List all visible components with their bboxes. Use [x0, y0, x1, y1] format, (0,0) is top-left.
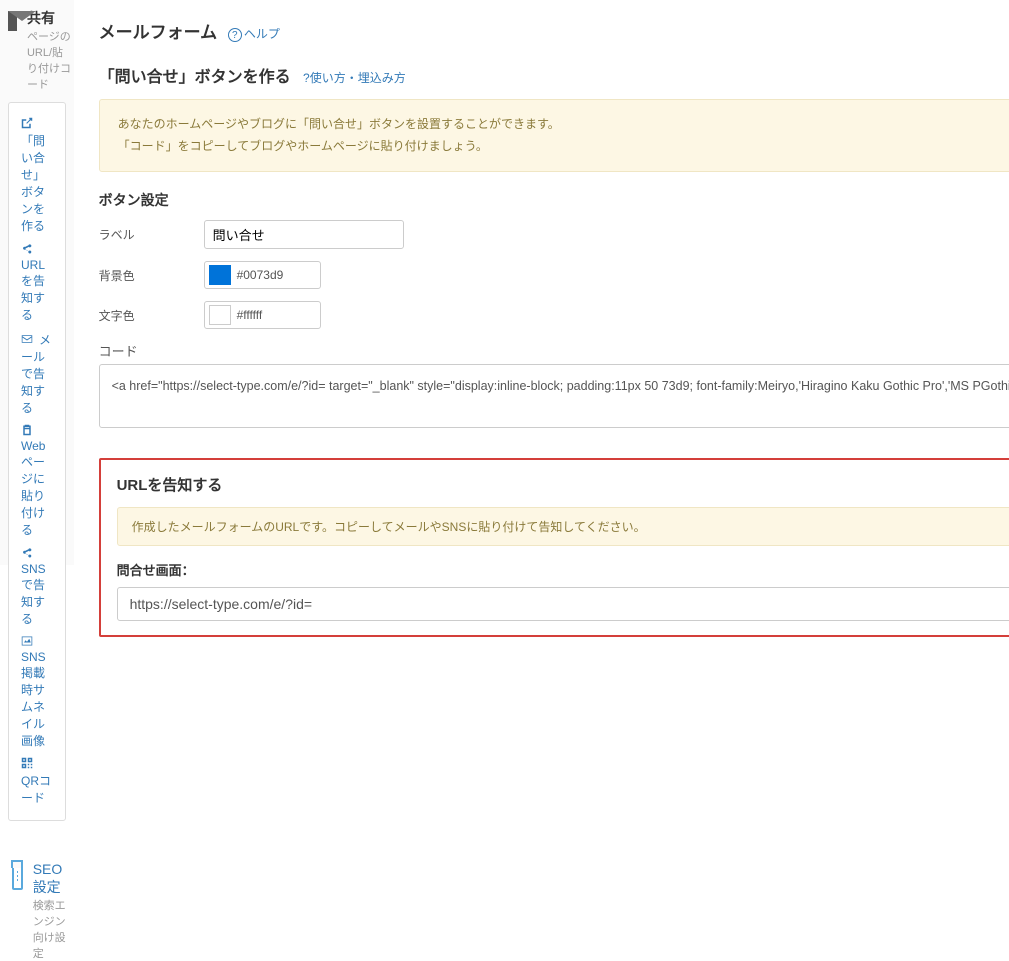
bgcolor-input[interactable]: #0073d9: [204, 261, 321, 289]
paste-icon: [21, 424, 35, 439]
qrcode-icon: [21, 757, 35, 772]
seo-title: SEO設定: [33, 861, 74, 897]
sidebar-link-contact-button[interactable]: 「問い合せ」ボタンを作る: [21, 113, 53, 238]
row-bgcolor: 背景色 #0073d9: [99, 261, 1009, 289]
usage-link[interactable]: ?使い方・埋込み方: [303, 71, 406, 85]
form-label: ラベル: [99, 226, 204, 243]
sidebar-link-label: URLを告知する: [21, 258, 45, 322]
color-swatch: [209, 305, 231, 325]
question-icon: ?: [303, 71, 310, 85]
info-line: 「コード」をコピーしてブログやホームページに貼り付けましょう。: [118, 136, 1009, 158]
color-swatch: [209, 265, 231, 285]
share-icon: [21, 547, 35, 562]
sidebar-link-label: Webページに貼り付ける: [21, 439, 45, 537]
seo-subtitle: 検索エンジン向け設定: [33, 897, 74, 961]
help-link[interactable]: ?ヘルプ: [228, 27, 280, 41]
sidebar-link-announce-url[interactable]: URLを告知する: [21, 238, 53, 326]
url-announce-panel: URLを告知する 作成したメールフォームのURLです。コピーしてメールやSNSに…: [99, 458, 1009, 637]
button-settings-heading: ボタン設定: [99, 190, 671, 210]
sidebar-header: 共有 ページのURL/貼り付けコード: [8, 8, 74, 92]
code-label: コード: [99, 341, 1009, 360]
sidebar-link-sns-thumbnail[interactable]: SNS掲載時サムネイル画像: [21, 631, 53, 753]
panel-title: URLを告知する: [117, 474, 1009, 495]
form-label: 文字色: [99, 307, 204, 324]
row-label: ラベル: [99, 220, 1009, 249]
sidebar-link-label: SNS掲載時サムネイル画像: [21, 650, 46, 748]
code-box[interactable]: <a href="https://select-type.com/e/?id= …: [99, 364, 1009, 428]
section-title: 「問い合せ」ボタンを作る ?使い方・埋込み方: [99, 63, 1009, 87]
sidebar-link-announce-mail[interactable]: メールで告知する: [21, 327, 53, 420]
form-label: 背景色: [99, 267, 204, 284]
sidebar-link-label: QRコード: [21, 774, 51, 805]
sidebar-subtitle: ページのURL/貼り付けコード: [27, 28, 74, 92]
sidebar-link-qrcode[interactable]: QRコード: [21, 753, 53, 810]
sidebar-link-box: 「問い合せ」ボタンを作る URLを告知する メールで告知する Webページに貼り…: [8, 102, 66, 821]
question-icon: ?: [228, 28, 242, 42]
main-content: メールフォーム ?ヘルプ 「問い合せ」ボタンを作る ?使い方・埋込み方 あなたの…: [74, 0, 1009, 565]
info-line: あなたのホームページやブログに「問い合せ」ボタンを設置することができます。: [118, 114, 1009, 136]
sidebar-link-label: SNSで告知する: [21, 562, 46, 626]
sidebar: 共有 ページのURL/貼り付けコード 「問い合せ」ボタンを作る URLを告知する…: [0, 0, 74, 565]
image-icon: [21, 635, 35, 650]
row-fgcolor: 文字色 #ffffff: [99, 301, 1009, 329]
envelope-icon: [21, 333, 35, 348]
clipboard-icon: [12, 864, 23, 890]
envelope-icon: [8, 11, 17, 31]
color-value: #ffffff: [237, 308, 263, 322]
panel-label: 問合せ画面：: [117, 560, 1009, 579]
color-value: #0073d9: [237, 268, 284, 282]
page-title: メールフォーム ?ヘルプ: [99, 18, 1009, 43]
label-input[interactable]: [204, 220, 404, 249]
sidebar-link-announce-sns[interactable]: SNSで告知する: [21, 542, 53, 630]
panel-info: 作成したメールフォームのURLです。コピーしてメールやSNSに貼り付けて告知して…: [117, 507, 1009, 546]
sidebar-link-paste-web[interactable]: Webページに貼り付ける: [21, 420, 53, 542]
info-box: あなたのホームページやブログに「問い合せ」ボタンを設置することができます。 「コ…: [99, 99, 1009, 172]
seo-section[interactable]: SEO設定 検索エンジン向け設定: [8, 861, 74, 961]
fgcolor-input[interactable]: #ffffff: [204, 301, 321, 329]
preview-heading: プレビュー: [670, 190, 1009, 210]
external-link-icon: [21, 117, 35, 132]
url-input[interactable]: [117, 587, 1009, 621]
share-icon: [21, 243, 35, 258]
sidebar-link-label: 「問い合せ」ボタンを作る: [21, 134, 45, 233]
